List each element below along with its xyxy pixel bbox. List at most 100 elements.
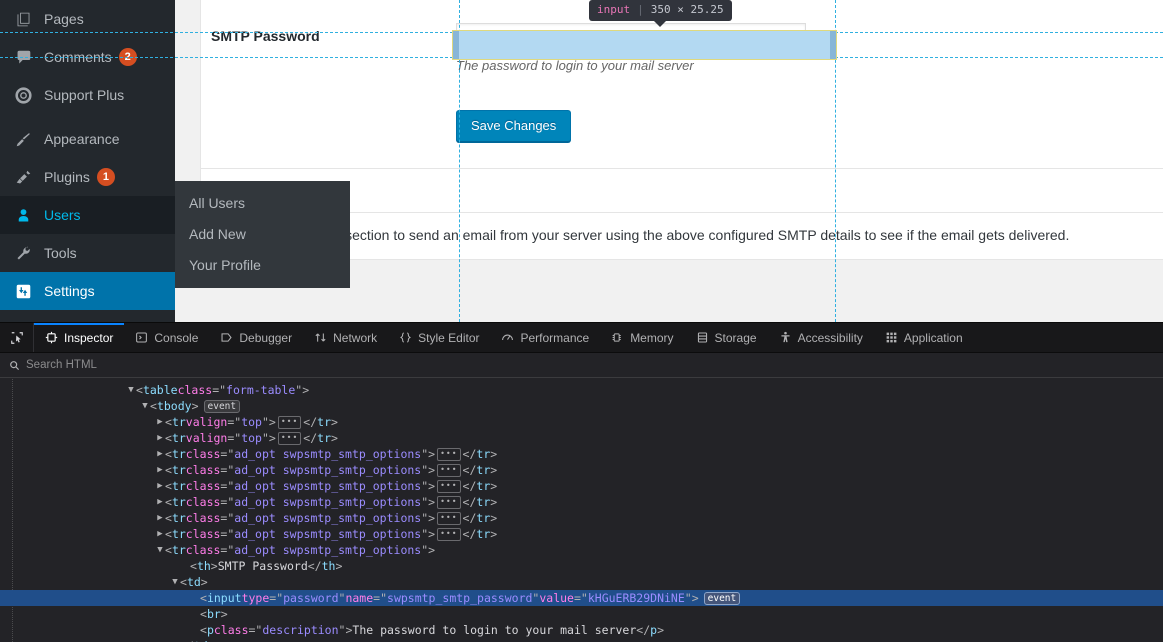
expand-twisty-open-icon[interactable]: ▼ — [155, 542, 165, 558]
tab-debugger[interactable]: Debugger — [209, 323, 303, 352]
markup-punc: =" — [220, 479, 235, 493]
markup-row[interactable]: ▼ < tbody > event — [0, 398, 1163, 414]
tab-style-editor[interactable]: Style Editor — [388, 323, 490, 352]
sidebar-item-appearance[interactable]: Appearance — [0, 120, 175, 158]
markup-view[interactable]: ▼ < table class =" form-table "> ▼ < tbody > event… — [0, 379, 1163, 642]
markup-row[interactable]: ▼ < td > — [0, 574, 1163, 590]
markup-punc: < — [165, 511, 172, 525]
expand-twisty-closed-icon[interactable]: ▶ — [155, 478, 165, 494]
sidebar-label-pages: Pages — [44, 11, 84, 27]
inspector-icon — [45, 331, 58, 344]
collapsed-children-icon[interactable]: ••• — [437, 447, 461, 461]
markup-row[interactable]: ▶ < tr class =" ad_opt swpsmtp_smtp_options "… — [0, 494, 1163, 510]
screen-root: SMTP Password The password to login to y… — [0, 0, 1163, 642]
tab-performance[interactable]: Performance — [490, 323, 600, 352]
markup-row[interactable]: ▶ < tr valign =" top "> ••• </tr > — [0, 430, 1163, 446]
submenu-item-add-new[interactable]: Add New — [175, 219, 350, 250]
event-badge[interactable]: event — [203, 399, 241, 413]
smtp-password-input[interactable] — [456, 23, 806, 50]
tab-inspector[interactable]: Inspector — [34, 323, 125, 352]
tab-accessibility[interactable]: Accessibility — [768, 323, 874, 352]
markup-punc: < — [200, 607, 207, 621]
expand-twisty-closed-icon[interactable]: ▶ — [155, 446, 165, 462]
expand-twisty-closed-icon[interactable]: ▶ — [155, 526, 165, 542]
markup-punc: "> — [421, 447, 436, 461]
event-badge[interactable]: event — [703, 591, 741, 605]
collapsed-children-icon[interactable]: ••• — [437, 511, 461, 525]
sidebar-item-plugins[interactable]: Plugins 1 — [0, 158, 175, 196]
markup-row[interactable]: ▼ < table class =" form-table "> — [0, 382, 1163, 398]
tab-memory[interactable]: Memory — [600, 323, 684, 352]
markup-punc: > — [200, 575, 208, 589]
sidebar-item-tools[interactable]: Tools — [0, 234, 175, 272]
markup-punc: < — [165, 447, 172, 461]
markup-tag: tr — [317, 431, 332, 445]
expand-twisty-open-icon[interactable]: ▼ — [126, 382, 136, 398]
sidebar-item-pages[interactable]: Pages — [0, 0, 175, 38]
search-html-bar[interactable]: Search HTML — [0, 353, 1163, 378]
sidebar-item-users[interactable]: Users — [0, 196, 183, 234]
markup-row[interactable]: ▶ < tr class =" ad_opt swpsmtp_smtp_options "… — [0, 510, 1163, 526]
collapsed-children-icon[interactable]: ••• — [437, 495, 461, 509]
markup-punc: </ — [303, 415, 318, 429]
markup-row[interactable]: ▶ < tr valign =" top "> ••• </tr > — [0, 414, 1163, 430]
markup-punc: > — [490, 463, 498, 477]
tab-label-network: Network — [333, 330, 378, 345]
markup-attr: value — [539, 591, 574, 605]
markup-punc: > — [490, 479, 498, 493]
debugger-icon — [220, 331, 233, 344]
markup-val: ad_opt swpsmtp_smtp_options — [234, 543, 422, 557]
sidebar-item-settings[interactable]: Settings — [0, 272, 183, 310]
expand-twisty-closed-icon[interactable]: ▶ — [155, 494, 165, 510]
markup-row[interactable]: < th > SMTP Password </th > — [0, 558, 1163, 574]
collapsed-children-icon[interactable]: ••• — [437, 463, 461, 477]
element-picker-icon[interactable] — [0, 323, 34, 352]
expand-twisty-closed-icon[interactable]: ▶ — [155, 510, 165, 526]
markup-txt: The password to login to your mail serve… — [352, 623, 637, 637]
markup-punc: > — [331, 415, 338, 429]
markup-row[interactable]: </td> — [0, 638, 1163, 642]
submenu-item-all-users[interactable]: All Users — [175, 188, 350, 219]
markup-punc: > — [490, 447, 498, 461]
expand-twisty-open-icon[interactable]: ▼ — [140, 398, 150, 414]
tab-network[interactable]: Network — [303, 323, 388, 352]
highlighter-divider: | — [637, 3, 644, 16]
collapsed-children-icon[interactable]: ••• — [437, 527, 461, 541]
sidebar-item-comments[interactable]: Comments 2 — [0, 38, 175, 76]
markup-row[interactable]: ▶ < tr class =" ad_opt swpsmtp_smtp_options "… — [0, 526, 1163, 542]
expand-twisty-closed-icon[interactable]: ▶ — [155, 414, 165, 430]
tab-application[interactable]: Application — [874, 323, 974, 352]
markup-attr: class — [185, 527, 221, 541]
markup-val: ad_opt swpsmtp_smtp_options — [234, 447, 422, 461]
markup-row[interactable]: ▶ < tr class =" ad_opt swpsmtp_smtp_options "… — [0, 446, 1163, 462]
sidebar-item-support-plus[interactable]: Support Plus — [0, 76, 175, 114]
markup-row[interactable]: < br > — [0, 606, 1163, 622]
tab-storage[interactable]: Storage — [685, 323, 768, 352]
expand-twisty-open-icon[interactable]: ▼ — [170, 574, 180, 590]
markup-row[interactable]: ▶ < tr class =" ad_opt swpsmtp_smtp_options "… — [0, 478, 1163, 494]
markup-row-selected[interactable]: < input type =" password " name =" swpsmtp_smt… — [0, 590, 1163, 606]
markup-punc: < — [165, 495, 172, 509]
submenu-item-your-profile[interactable]: Your Profile — [175, 250, 350, 281]
tab-label-accessibility: Accessibility — [797, 330, 863, 345]
tab-console[interactable]: Console — [124, 323, 209, 352]
markup-punc: =" — [212, 383, 227, 397]
markup-row[interactable]: ▼ < tr class =" ad_opt swpsmtp_smtp_options "… — [0, 542, 1163, 558]
markup-tag: tr — [171, 431, 186, 445]
markup-punc: < — [165, 479, 172, 493]
markup-punc: " — [338, 591, 346, 605]
markup-val: ad_opt swpsmtp_smtp_options — [234, 479, 422, 493]
markup-punc: =" — [220, 463, 235, 477]
markup-row[interactable]: < p class =" description "> The password to l… — [0, 622, 1163, 638]
collapsed-children-icon[interactable]: ••• — [277, 431, 302, 445]
expand-twisty-closed-icon[interactable]: ▶ — [155, 462, 165, 478]
markup-val: top — [241, 415, 262, 429]
markup-punc: < — [165, 527, 172, 541]
collapsed-children-icon[interactable]: ••• — [277, 415, 302, 429]
save-changes-button[interactable]: Save Changes — [456, 110, 572, 142]
collapsed-children-icon[interactable]: ••• — [437, 479, 461, 493]
tab-label-debugger: Debugger — [239, 330, 293, 345]
expand-twisty-closed-icon[interactable]: ▶ — [155, 430, 165, 446]
markup-row[interactable]: ▶ < tr class =" ad_opt swpsmtp_smtp_options "… — [0, 462, 1163, 478]
markup-punc: =" — [227, 431, 242, 445]
